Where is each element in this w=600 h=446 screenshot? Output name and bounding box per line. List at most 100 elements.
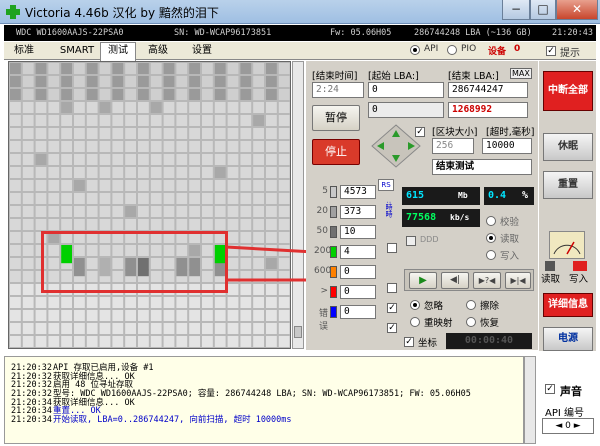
scan-block <box>266 232 277 243</box>
scan-block <box>253 102 264 113</box>
end-lba-input[interactable]: 286744247 <box>448 82 528 98</box>
rate-unit: kb/s <box>450 213 470 222</box>
scan-block <box>202 154 213 165</box>
ignore-radio[interactable] <box>410 300 420 310</box>
scan-block <box>214 310 226 321</box>
scan-block <box>202 193 213 204</box>
sleep-button[interactable]: 休眠 <box>543 133 593 161</box>
remap-radio[interactable] <box>410 317 420 327</box>
end-action-select[interactable]: 结束测试 <box>432 159 532 175</box>
grid-scroll-thumb[interactable] <box>294 326 302 338</box>
restore-radio[interactable] <box>466 317 476 327</box>
grid-scrollbar[interactable] <box>292 61 304 349</box>
block-size-select[interactable]: 256 <box>432 138 474 154</box>
scan-block <box>214 89 226 100</box>
scan-block <box>240 167 252 178</box>
tab-smart[interactable]: SMART <box>54 43 100 60</box>
power-button[interactable]: 电源 <box>543 327 593 351</box>
scan-block <box>278 167 290 178</box>
scan-block <box>10 271 21 282</box>
back-button[interactable]: ◀| <box>441 272 469 289</box>
scan-block <box>74 89 85 100</box>
stop-button[interactable]: 停止 <box>312 139 360 165</box>
scan-block <box>278 232 290 243</box>
details-button[interactable]: 详细信息 <box>543 293 593 317</box>
scan-block <box>253 180 264 191</box>
hint-checkbox[interactable]: ✓ <box>546 46 556 56</box>
scan-block <box>48 63 60 74</box>
scan-block <box>214 206 226 217</box>
scan-block <box>176 297 188 308</box>
tab-test[interactable]: 测试 <box>100 42 136 61</box>
scan-block <box>35 180 47 191</box>
sound-checkbox[interactable]: ✓ <box>545 384 555 394</box>
scan-block <box>189 115 200 126</box>
scan-block <box>214 167 226 178</box>
restore-label: 恢复 <box>480 318 500 329</box>
tab-advanced[interactable]: 高级 <box>142 43 174 60</box>
log-scrollbar[interactable] <box>524 356 536 444</box>
max-button[interactable]: MAX <box>510 68 532 79</box>
minimize-button[interactable]: − <box>502 0 530 20</box>
coords-checkbox[interactable]: ✓ <box>404 337 414 347</box>
tab-settings[interactable]: 设置 <box>186 43 218 60</box>
read-radio[interactable] <box>486 233 496 243</box>
api-number-stepper[interactable]: ◄ 0 ► <box>542 418 594 434</box>
scan-block <box>125 206 136 217</box>
scan-block <box>138 102 149 113</box>
scan-block <box>240 323 252 334</box>
write-radio[interactable] <box>486 250 496 260</box>
ddd-checkbox[interactable] <box>406 236 416 246</box>
stepper-plus-icon[interactable]: ► <box>574 421 581 431</box>
erase-radio[interactable] <box>466 300 476 310</box>
scan-block <box>227 206 239 217</box>
scan-block <box>99 76 111 87</box>
legend-check-20[interactable] <box>387 243 397 253</box>
timeout-select[interactable]: 10000 <box>482 138 532 154</box>
rs-button[interactable]: RS <box>378 179 394 191</box>
reset-button[interactable]: 重置 <box>543 171 593 199</box>
scan-block <box>48 141 60 152</box>
end-button[interactable]: ▶|◀ <box>505 272 531 289</box>
scan-block <box>266 284 277 295</box>
scan-block <box>278 193 290 204</box>
api-radio[interactable] <box>410 45 420 55</box>
play-button[interactable]: ▶ <box>409 272 437 289</box>
legend-check-over[interactable]: ✓ <box>387 323 397 333</box>
scan-block <box>227 89 239 100</box>
legend-row: 错误 0 <box>314 303 378 332</box>
scan-block <box>176 193 188 204</box>
scan-block <box>74 180 85 191</box>
scan-block <box>99 167 111 178</box>
scan-block <box>35 193 47 204</box>
scan-block <box>150 180 162 191</box>
legend-count: 373 <box>340 205 376 219</box>
direction-checkbox[interactable]: ✓ <box>415 127 425 137</box>
scan-block <box>10 219 21 230</box>
tab-standard[interactable]: 标准 <box>8 43 40 60</box>
scan-block <box>278 284 290 295</box>
pio-radio[interactable] <box>447 45 457 55</box>
scan-block <box>202 89 213 100</box>
stepper-minus-icon[interactable]: ◄ <box>555 421 562 431</box>
scan-block <box>22 180 34 191</box>
start-lba-input[interactable]: 0 <box>368 82 444 98</box>
close-button[interactable]: ✕ <box>556 0 598 20</box>
scan-block <box>214 336 226 347</box>
scan-block <box>48 336 60 347</box>
scan-block <box>214 297 226 308</box>
scan-block <box>240 128 252 139</box>
break-all-button[interactable]: 中断全部 <box>543 71 593 111</box>
read-label: 读取 <box>500 234 520 245</box>
pause-button[interactable]: 暂停 <box>312 105 360 131</box>
end-time-input[interactable]: 2:24 <box>312 82 364 98</box>
legend-check-600[interactable]: ✓ <box>387 303 397 313</box>
scan-block <box>112 63 124 74</box>
skip-button[interactable]: ▶?◀ <box>473 272 501 289</box>
legend-check-200[interactable] <box>387 283 397 293</box>
rate-value: 77568 <box>406 212 437 223</box>
scan-block <box>10 76 21 87</box>
verify-radio[interactable] <box>486 216 496 226</box>
maximize-button[interactable]: □ <box>530 0 556 20</box>
scan-block <box>189 167 200 178</box>
